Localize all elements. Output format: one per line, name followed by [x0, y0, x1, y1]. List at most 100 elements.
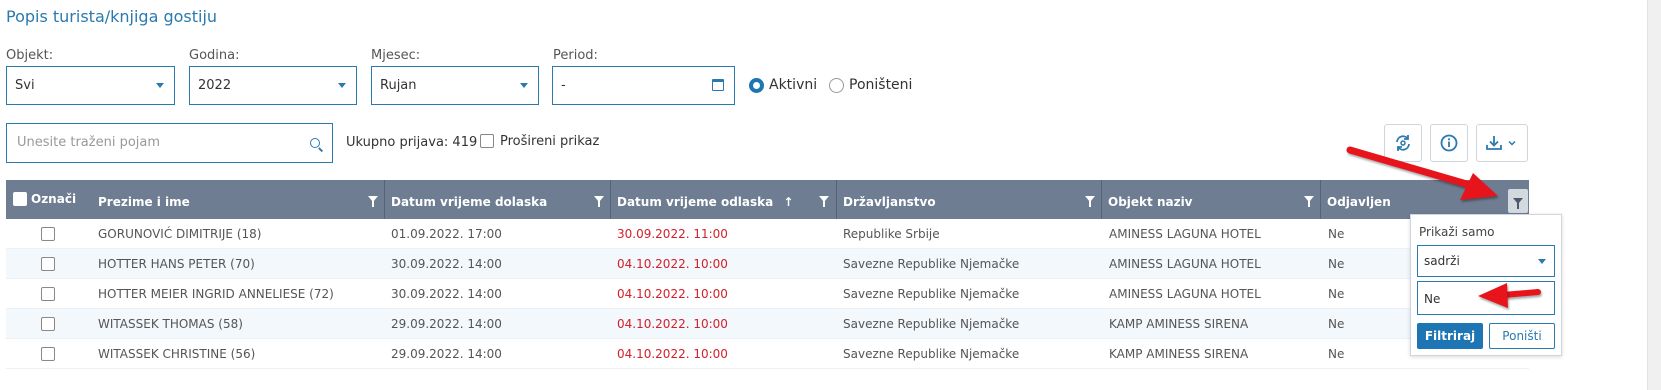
page: Popis turista/knjiga gostiju Objekt: Svi… — [0, 0, 1647, 390]
filter-icon[interactable] — [594, 196, 604, 207]
cell-arrival: 01.09.2022. 17:00 — [391, 227, 502, 241]
ponisteni-radio[interactable] — [829, 78, 844, 93]
filter-icon[interactable] — [819, 196, 829, 207]
vertical-scrollbar[interactable] — [1647, 0, 1661, 390]
mjesec-label: Mjesec: — [371, 48, 421, 63]
filter-icon[interactable] — [1304, 196, 1314, 207]
filter-popup-title: Prikaži samo — [1419, 225, 1495, 239]
column-header-name[interactable]: Prezime i ime — [98, 180, 190, 219]
cell-departure: 04.10.2022. 10:00 — [617, 347, 728, 361]
column-header-departure[interactable]: Datum vrijeme odlaska ↑ — [617, 180, 793, 219]
chevron-down-icon — [1538, 259, 1546, 264]
total-count: Ukupno prijava: 419 — [346, 135, 478, 150]
search-placeholder: Unesite traženi pojam — [17, 135, 161, 150]
info-button[interactable] — [1430, 124, 1468, 162]
aktivni-label[interactable]: Aktivni — [769, 77, 817, 93]
cell-object: AMINESS LAGUNA HOTEL — [1109, 287, 1261, 301]
expanded-view-label[interactable]: Prošireni prikaz — [500, 134, 599, 149]
row-checkbox[interactable] — [41, 317, 55, 331]
calendar-icon[interactable] — [712, 79, 724, 91]
column-header-citizenship[interactable]: Državljanstvo — [843, 180, 936, 219]
table-row[interactable]: GORUNOVIĆ DIMITRIJE (18) 01.09.2022. 17:… — [6, 219, 1529, 249]
expanded-view-checkbox[interactable] — [480, 134, 494, 148]
cell-name: HOTTER MEIER INGRID ANNELIESE (72) — [98, 287, 334, 301]
cell-citizenship: Savezne Republike Njemačke — [843, 257, 1020, 271]
refresh-button[interactable] — [1384, 124, 1422, 162]
cell-departure: 04.10.2022. 10:00 — [617, 257, 728, 271]
objekt-select[interactable]: Svi — [6, 66, 175, 105]
period-value: - — [561, 78, 566, 93]
table-row[interactable]: HOTTER HANS PETER (70) 30.09.2022. 14:00… — [6, 249, 1529, 279]
cell-name: WITASSEK THOMAS (58) — [98, 317, 243, 331]
cell-arrival: 30.09.2022. 14:00 — [391, 287, 502, 301]
table-row[interactable]: WITASSEK THOMAS (58) 29.09.2022. 14:00 0… — [6, 309, 1529, 339]
row-checkbox[interactable] — [41, 227, 55, 241]
cell-name: HOTTER HANS PETER (70) — [98, 257, 255, 271]
cell-departure: 30.09.2022. 11:00 — [617, 227, 728, 241]
godina-value: 2022 — [198, 78, 232, 93]
objekt-value: Svi — [15, 78, 35, 93]
cell-checked-out: Ne — [1328, 287, 1345, 301]
mjesec-select[interactable]: Rujan — [371, 66, 539, 105]
column-header-departure-label: Datum vrijeme odlaska — [617, 195, 774, 209]
filter-value-input[interactable]: Ne — [1417, 281, 1555, 315]
filter-operator-select[interactable]: sadrži — [1417, 245, 1555, 277]
search-input[interactable]: Unesite traženi pojam — [6, 123, 333, 163]
filter-operator-value: sadrži — [1424, 254, 1460, 268]
godina-select[interactable]: 2022 — [189, 66, 357, 105]
mjesec-value: Rujan — [380, 78, 417, 93]
filter-icon[interactable] — [1085, 196, 1095, 207]
refresh-icon — [1396, 135, 1410, 151]
cell-object: KAMP AMINESS SIRENA — [1109, 317, 1249, 331]
table-row[interactable]: HOTTER MEIER INGRID ANNELIESE (72) 30.09… — [6, 279, 1529, 309]
filter-apply-button[interactable]: Filtriraj — [1417, 323, 1483, 349]
cell-checked-out: Ne — [1328, 257, 1345, 271]
chevron-down-icon — [520, 83, 528, 88]
cell-checked-out: Ne — [1328, 347, 1345, 361]
cell-object: AMINESS LAGUNA HOTEL — [1109, 227, 1261, 241]
ponisteni-label[interactable]: Poništeni — [849, 77, 912, 93]
column-header-oznaci: Označi — [31, 192, 77, 206]
select-all-checkbox[interactable] — [13, 192, 27, 206]
sort-asc-icon: ↑ — [783, 195, 794, 209]
page-title: Popis turista/knjiga gostiju — [6, 7, 218, 26]
cell-object: KAMP AMINESS SIRENA — [1109, 347, 1249, 361]
row-checkbox[interactable] — [41, 347, 55, 361]
cell-checked-out: Ne — [1328, 317, 1345, 331]
filter-cancel-button[interactable]: Poništi — [1489, 323, 1555, 349]
download-button[interactable] — [1476, 124, 1528, 162]
chevron-down-icon — [338, 83, 346, 88]
period-input[interactable]: - — [552, 66, 735, 105]
cell-citizenship: Savezne Republike Njemačke — [843, 317, 1020, 331]
godina-label: Godina: — [189, 48, 240, 63]
cell-arrival: 29.09.2022. 14:00 — [391, 347, 502, 361]
objekt-label: Objekt: — [6, 48, 54, 63]
row-checkbox[interactable] — [41, 287, 55, 301]
cell-citizenship: Republike Srbije — [843, 227, 940, 241]
cell-departure: 04.10.2022. 10:00 — [617, 317, 728, 331]
cell-arrival: 30.09.2022. 14:00 — [391, 257, 502, 271]
period-label: Period: — [553, 48, 598, 63]
cell-object: AMINESS LAGUNA HOTEL — [1109, 257, 1261, 271]
chevron-down-icon — [156, 83, 164, 88]
filter-value-text: Ne — [1424, 292, 1441, 306]
search-icon[interactable] — [310, 138, 320, 148]
cell-citizenship: Savezne Republike Njemačke — [843, 287, 1020, 301]
column-header-object[interactable]: Objekt naziv — [1108, 180, 1193, 219]
aktivni-radio[interactable] — [749, 78, 764, 93]
table-header: Označi Prezime i ime Datum vrijeme dolas… — [6, 180, 1529, 219]
column-filter-popup: Prikaži samo sadrži Ne Filtriraj Poništi — [1410, 214, 1562, 356]
cell-checked-out: Ne — [1328, 227, 1345, 241]
cell-arrival: 29.09.2022. 14:00 — [391, 317, 502, 331]
column-header-arrival[interactable]: Datum vrijeme dolaska — [391, 180, 547, 219]
row-checkbox[interactable] — [41, 257, 55, 271]
filter-icon — [1513, 198, 1523, 209]
table-row[interactable]: WITASSEK CHRISTINE (56) 29.09.2022. 14:0… — [6, 339, 1529, 369]
column-header-checked-out[interactable]: Odjavljen — [1327, 180, 1391, 219]
download-icon — [1486, 136, 1516, 150]
active-filter-button[interactable] — [1508, 189, 1528, 213]
cell-name: GORUNOVIĆ DIMITRIJE (18) — [98, 227, 262, 241]
cell-citizenship: Savezne Republike Njemačke — [843, 347, 1020, 361]
info-icon — [1440, 134, 1458, 152]
filter-icon[interactable] — [368, 196, 378, 207]
